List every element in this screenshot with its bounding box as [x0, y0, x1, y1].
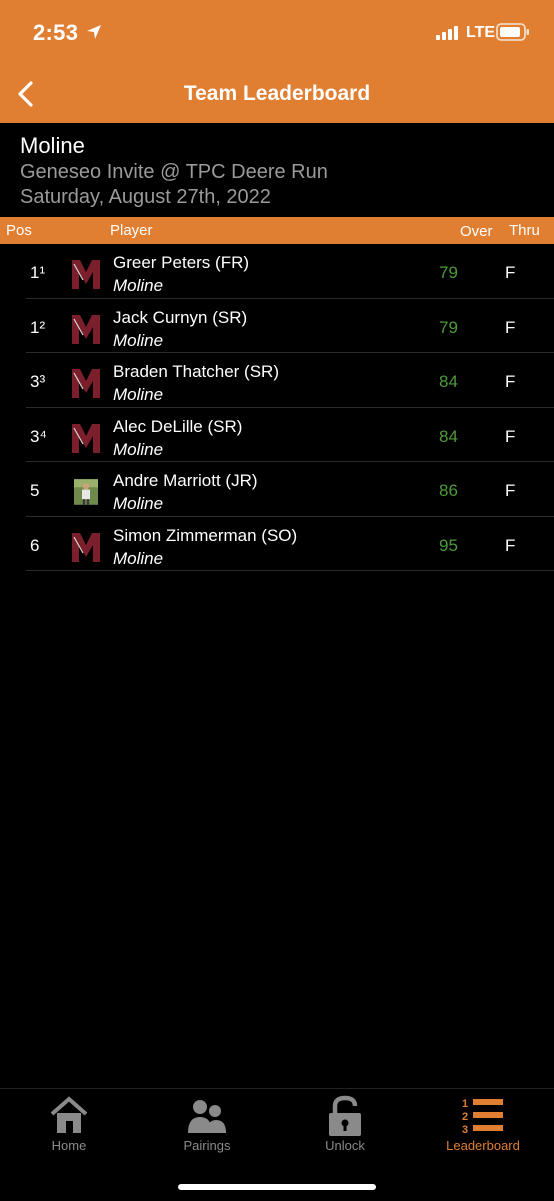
table-row[interactable]: 6 Simon Zimmerman (SO) Moline 95 F [26, 517, 554, 571]
player-thru: F [505, 426, 516, 446]
moline-logo-icon [71, 312, 101, 345]
column-over: Over [460, 223, 493, 240]
player-name: Andre Marriott (JR) [113, 471, 258, 490]
pairings-icon [185, 1095, 229, 1140]
player-score: 84 [439, 426, 458, 446]
tab-label: Unlock [325, 1138, 365, 1153]
player-team: Moline [113, 494, 164, 513]
table-row[interactable]: 5 Andre Marriott (JR) Moline 86 F [26, 462, 554, 517]
player-thru: F [505, 481, 516, 500]
svg-text:3: 3 [462, 1124, 468, 1135]
player-thru: F [505, 263, 516, 282]
leaderboard-list: 1¹ Greer Peters (FR) Moline 79 F 1² Jack… [0, 244, 554, 571]
player-name: Jack Curnyn (SR) [113, 307, 248, 327]
battery-icon [496, 23, 530, 46]
player-photo [74, 479, 98, 505]
home-indicator[interactable] [178, 1184, 376, 1190]
tab-label: Pairings [183, 1138, 231, 1153]
event-name: Geneseo Invite @ TPC Deere Run [20, 161, 328, 183]
player-team: Moline [113, 548, 164, 568]
tab-home[interactable]: Home [0, 1089, 138, 1159]
player-score: 84 [439, 372, 458, 391]
player-score: 86 [439, 481, 458, 500]
table-row[interactable]: 3³ Braden Thatcher (SR) Moline 84 F [26, 353, 554, 408]
status-bar: 2:53 LTE [0, 0, 554, 66]
tab-unlock[interactable]: Unlock [276, 1089, 414, 1159]
home-icon [50, 1095, 88, 1140]
location-arrow-icon [86, 24, 102, 45]
svg-text:1: 1 [462, 1098, 468, 1110]
player-position: 1² [30, 317, 46, 337]
player-name: Greer Peters (FR) [113, 253, 250, 272]
player-score: 95 [439, 535, 458, 555]
player-thru: F [505, 535, 516, 555]
moline-logo-icon [71, 367, 101, 399]
page-title: Team Leaderboard [183, 82, 371, 105]
player-score: 79 [439, 263, 458, 282]
player-name: Alec DeLille (SR) [113, 416, 243, 436]
player-position: 6 [30, 535, 40, 555]
player-position: 3³ [30, 372, 46, 391]
moline-logo-icon [71, 421, 101, 454]
status-time: 2:53 [33, 20, 79, 45]
tab-leaderboard[interactable]: 1 2 3 Leaderboard [414, 1089, 552, 1159]
player-position: 3⁴ [30, 426, 47, 446]
leaderboard-icon: 1 2 3 [461, 1095, 505, 1140]
column-pos: Pos [6, 222, 32, 239]
event-date: Saturday, August 27th, 2022 [20, 186, 271, 208]
svg-text:2: 2 [462, 1111, 468, 1123]
player-name: Simon Zimmerman (SO) [113, 525, 298, 545]
table-row[interactable]: 1² Jack Curnyn (SR) Moline 79 F [26, 299, 554, 353]
tab-label: Home [51, 1138, 87, 1153]
column-player: Player [110, 222, 153, 239]
player-score: 79 [439, 317, 458, 337]
player-position: 5 [30, 481, 40, 500]
player-team: Moline [113, 276, 164, 295]
nav-bar: Team Leaderboard [0, 66, 554, 123]
signal-icon [436, 26, 462, 45]
moline-logo-icon [71, 258, 101, 290]
player-thru: F [505, 317, 516, 337]
player-team: Moline [113, 385, 164, 404]
player-position: 1¹ [30, 263, 46, 282]
player-team: Moline [113, 439, 164, 459]
tab-label: Leaderboard [446, 1138, 520, 1153]
column-thru: Thru [509, 222, 540, 239]
column-header: Pos Player Over Thru [0, 217, 554, 244]
network-label: LTE [466, 24, 496, 41]
moline-logo-icon [71, 530, 101, 563]
player-name: Braden Thatcher (SR) [113, 362, 279, 381]
team-header: Moline Geneseo Invite @ TPC Deere Run Sa… [0, 123, 554, 217]
player-thru: F [505, 372, 516, 391]
player-team: Moline [113, 330, 164, 350]
team-name: Moline [20, 133, 85, 158]
table-row[interactable]: 3⁴ Alec DeLille (SR) Moline 84 F [26, 408, 554, 462]
unlock-icon [326, 1095, 364, 1142]
tab-pairings[interactable]: Pairings [138, 1089, 276, 1159]
table-row[interactable]: 1¹ Greer Peters (FR) Moline 79 F [26, 244, 554, 299]
